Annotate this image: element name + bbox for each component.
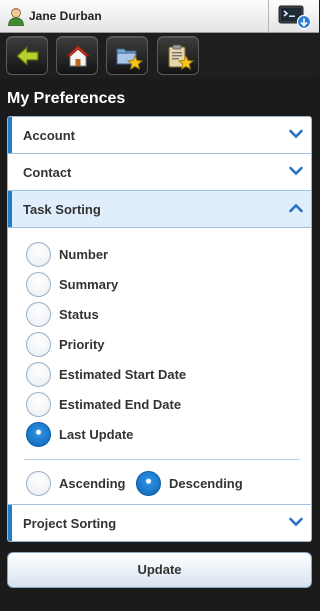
section-accent	[8, 191, 12, 227]
console-icon[interactable]	[278, 4, 312, 30]
radio-button[interactable]	[26, 302, 51, 327]
favorite-tasks-button[interactable]	[157, 36, 199, 75]
chevron-up-icon	[289, 203, 303, 213]
title-bar-divider	[268, 0, 269, 33]
preferences-panel: Account Contact Task Sorting Number Summ…	[7, 116, 312, 542]
chevron-down-icon	[289, 129, 303, 139]
home-icon	[65, 45, 91, 67]
radio-label: Number	[59, 247, 109, 262]
toolbar	[0, 33, 319, 78]
user-name: Jane Durban	[29, 9, 102, 23]
radio-button[interactable]	[26, 362, 51, 387]
section-accent	[8, 117, 12, 153]
radio-label: Summary	[59, 277, 119, 292]
section-label-account: Account	[23, 128, 75, 143]
folder-favorite-icon	[116, 48, 143, 70]
section-label-task-sorting: Task Sorting	[23, 202, 101, 217]
radio-label: Ascending	[59, 476, 126, 491]
divider	[24, 459, 300, 460]
home-button[interactable]	[56, 36, 98, 75]
radio-label: Priority	[59, 337, 105, 352]
favorite-folders-button[interactable]	[106, 36, 148, 75]
clipboard-favorite-icon	[168, 44, 194, 70]
user-avatar-icon	[8, 8, 24, 26]
section-header-project-sorting[interactable]: Project Sorting	[8, 504, 311, 541]
radio-button[interactable]	[26, 392, 51, 417]
radio-button-checked[interactable]	[136, 471, 161, 496]
section-header-task-sorting[interactable]: Task Sorting	[8, 191, 311, 228]
radio-button[interactable]	[26, 471, 51, 496]
radio-label: Estimated End Date	[59, 397, 182, 412]
back-button[interactable]	[6, 36, 48, 75]
title-bar: Jane Durban	[0, 0, 319, 33]
radio-label: Status	[59, 307, 99, 322]
section-header-contact[interactable]: Contact	[8, 154, 311, 191]
radio-button[interactable]	[26, 242, 51, 267]
chevron-down-icon	[289, 517, 303, 527]
section-accent	[8, 505, 12, 541]
radio-button[interactable]	[26, 272, 51, 297]
radio-label: Last Update	[59, 427, 134, 442]
update-button[interactable]: Update	[7, 552, 312, 588]
radio-button-checked[interactable]	[26, 422, 51, 447]
radio-label: Estimated Start Date	[59, 367, 187, 382]
back-arrow-icon	[16, 46, 39, 66]
section-label-project-sorting: Project Sorting	[23, 516, 117, 531]
radio-label: Descending	[169, 476, 243, 491]
page-title: My Preferences	[7, 90, 126, 107]
section-label-contact: Contact	[23, 165, 72, 180]
section-header-account[interactable]: Account	[8, 117, 311, 154]
radio-button[interactable]	[26, 332, 51, 357]
chevron-down-icon	[289, 166, 303, 176]
